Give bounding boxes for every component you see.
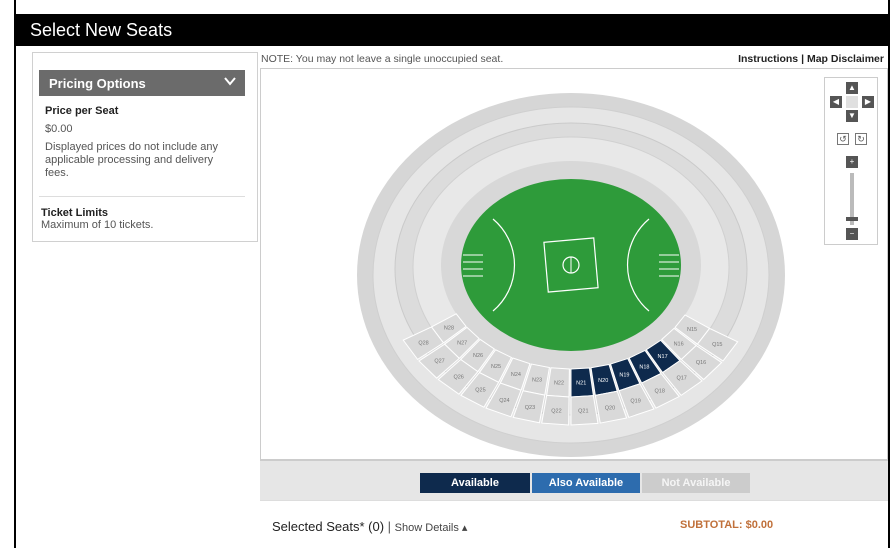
selected-separator: | xyxy=(387,519,392,534)
map-links: Instructions | Map Disclaimer xyxy=(738,53,884,65)
seat-section-label: N16 xyxy=(674,341,684,347)
links-separator: | xyxy=(801,53,805,65)
seat-section-label: Q26 xyxy=(453,374,463,380)
seat-section-label: Q25 xyxy=(475,388,485,394)
zoom-slider-handle[interactable] xyxy=(846,217,858,221)
zoom-out-button[interactable]: − xyxy=(846,228,858,240)
legend-also-available: Also Available xyxy=(532,473,640,493)
seat-section-label: Q19 xyxy=(630,399,640,405)
seat-section-label: N17 xyxy=(658,354,668,360)
seat-section-label: N18 xyxy=(639,365,649,371)
seat-section-label: N20 xyxy=(598,378,608,384)
legend-bar: Available Also Available Not Available xyxy=(260,460,888,500)
seat-section-label: N15 xyxy=(687,327,697,333)
seat-map[interactable]: N28 N27 N26 N25 N24 N23 N22 N21 N20 N19 N18 N17 N16 N… xyxy=(260,68,888,460)
seat-section-label: N27 xyxy=(457,340,467,346)
selected-seats-label: Selected Seats* (0) | Show Details ▴ xyxy=(272,519,467,534)
seat-section-label: N24 xyxy=(511,372,521,378)
seat-section-label: N22 xyxy=(554,381,564,387)
divider xyxy=(39,196,245,197)
pricing-options-label: Pricing Options xyxy=(49,76,146,91)
seat-section-label: Q22 xyxy=(551,408,561,414)
seat-section-label: Q16 xyxy=(696,360,706,366)
seat-section-label: Q15 xyxy=(712,342,722,348)
seat-section-label: N19 xyxy=(619,373,629,379)
map-controls: ▲ ◀ ▶ ▼ ↺ ↻ + − xyxy=(824,77,878,245)
pan-up-button[interactable]: ▲ xyxy=(846,82,858,94)
zoom-in-button[interactable]: + xyxy=(846,156,858,168)
seat-section-label: N28 xyxy=(444,326,454,332)
seat-section-label: N26 xyxy=(473,353,483,359)
show-details-link[interactable]: Show Details ▴ xyxy=(395,522,468,534)
page-title: Select New Seats xyxy=(16,14,888,46)
seat-section-label: N23 xyxy=(532,378,542,384)
seat-section-label: N25 xyxy=(491,364,501,370)
seat-section-label: Q17 xyxy=(676,376,686,382)
legend-not-available: Not Available xyxy=(642,473,750,493)
pan-left-button[interactable]: ◀ xyxy=(830,96,842,108)
app-frame: Select New Seats Pricing Options Price p… xyxy=(14,0,890,548)
seat-section-label: Q21 xyxy=(578,409,588,415)
rotate-left-button[interactable]: ↺ xyxy=(837,133,849,145)
seat-section-label: N21 xyxy=(576,381,586,387)
pricing-panel: Pricing Options Price per Seat $0.00 Dis… xyxy=(32,52,258,242)
seat-section-label: Q28 xyxy=(418,341,428,347)
price-note: Displayed prices do not include any appl… xyxy=(45,141,219,179)
stadium-map[interactable]: N28 N27 N26 N25 N24 N23 N22 N21 N20 N19 N18 N17 N16 N… xyxy=(261,69,888,460)
seat-note: NOTE: You may not leave a single unoccup… xyxy=(261,53,504,65)
seat-section-label: Q18 xyxy=(654,389,664,395)
seat-section-label: Q24 xyxy=(499,398,509,404)
map-disclaimer-link[interactable]: Map Disclaimer xyxy=(807,53,884,65)
subtotal: SUBTOTAL: $0.00 xyxy=(680,519,774,531)
pan-right-button[interactable]: ▶ xyxy=(862,96,874,108)
legend-available: Available xyxy=(420,473,530,493)
ticket-limits-label: Ticket Limits xyxy=(41,207,109,219)
seat-section-label: Q23 xyxy=(525,405,535,411)
selected-seats-count: (0) xyxy=(368,519,385,534)
ticket-limits-value: Maximum of 10 tickets. xyxy=(41,219,154,231)
seat-section-label: Q27 xyxy=(434,359,444,365)
selected-seats-title: Selected Seats* xyxy=(272,519,365,534)
seat-section-label: Q20 xyxy=(605,405,615,411)
price-per-seat-label: Price per Seat xyxy=(45,105,119,117)
pricing-options-header[interactable]: Pricing Options xyxy=(39,70,245,96)
pan-down-button[interactable]: ▼ xyxy=(846,110,858,122)
pan-center-button[interactable] xyxy=(846,96,858,108)
instructions-link[interactable]: Instructions xyxy=(738,53,798,65)
chevron-down-icon xyxy=(223,74,237,91)
price-per-seat-value: $0.00 xyxy=(45,123,73,135)
selected-seats-row: Selected Seats* (0) | Show Details ▴ SUB… xyxy=(260,500,888,548)
rotate-right-button[interactable]: ↻ xyxy=(855,133,867,145)
